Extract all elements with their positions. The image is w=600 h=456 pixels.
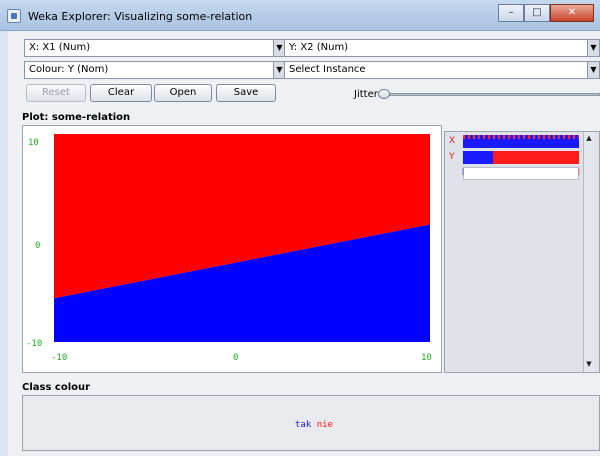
x-axis-select-value: X: X1 (Num) <box>29 42 91 53</box>
class-colour-list: tak nie <box>295 420 333 430</box>
select-instance-select[interactable]: Select Instance ▼ <box>284 61 600 79</box>
minimize-button[interactable]: – <box>498 4 524 22</box>
open-button[interactable]: Open <box>154 84 212 102</box>
y-axis-select-value: Y: X2 (Num) <box>289 42 349 53</box>
x-axis-select[interactable]: X: X1 (Num) ▼ <box>24 39 286 57</box>
class-nie-label[interactable]: nie <box>317 420 333 430</box>
maximize-button[interactable]: □ <box>524 4 550 22</box>
clear-button[interactable]: Clear <box>90 84 152 102</box>
attr-y-bar-tak <box>463 151 493 164</box>
window-controls: – □ ✕ <box>498 4 594 22</box>
scroll-up-icon[interactable]: ▲ <box>585 134 593 144</box>
y-tick-top: 10 <box>28 138 39 148</box>
visualize-panel: X: X1 (Num) ▼ Y: X2 (Num) ▼ Colour: Y (N… <box>8 31 600 456</box>
y-tick-bottom: -10 <box>26 339 43 349</box>
attribute-panel: X Y ⧘ ⧘ ▲ ▼ <box>444 131 600 373</box>
class-colour-title: Class colour <box>22 382 91 393</box>
attr-x-letter: X <box>449 136 456 146</box>
x-tick-mid: 0 <box>233 353 239 363</box>
jitter-slider[interactable] <box>384 93 600 96</box>
weka-app-icon <box>7 9 21 23</box>
class-tak-marker: ⧘ <box>462 167 465 178</box>
attr-class-bar[interactable]: ⧘ ⧘ <box>462 167 580 180</box>
title-bar: Weka Explorer: Visualizing some-relation… <box>0 0 600 31</box>
jitter-slider-thumb[interactable] <box>378 89 390 99</box>
attr-y-letter: Y <box>449 152 455 162</box>
attribute-scrollbar[interactable]: ▲ ▼ <box>583 132 594 372</box>
attr-x-bar[interactable] <box>463 135 579 148</box>
attr-y-bar[interactable] <box>463 151 579 164</box>
class-tak-label[interactable]: tak <box>295 420 311 430</box>
jitter-label: Jitter <box>354 89 378 100</box>
y-axis-select[interactable]: Y: X2 (Num) ▼ <box>284 39 600 57</box>
plot-title: Plot: some-relation <box>22 112 131 123</box>
chevron-down-icon: ▼ <box>587 62 599 78</box>
class-nie-marker: ⧘ <box>577 167 580 178</box>
attr-x-bar-overlay <box>463 135 579 139</box>
chevron-down-icon: ▼ <box>587 40 599 56</box>
class-colour-panel: tak nie <box>22 395 600 451</box>
window-title: Weka Explorer: Visualizing some-relation <box>28 10 253 23</box>
colour-select[interactable]: Colour: Y (Nom) ▼ <box>24 61 286 79</box>
reset-button[interactable]: Reset <box>26 84 86 102</box>
select-instance-value: Select Instance <box>289 64 366 75</box>
save-button[interactable]: Save <box>216 84 276 102</box>
plot-panel: 10 0 -10 -10 0 10 <box>22 125 442 373</box>
y-tick-mid: 0 <box>35 241 41 251</box>
x-tick-left: -10 <box>51 353 68 363</box>
x-tick-right: 10 <box>421 353 432 363</box>
scatter-plot[interactable] <box>23 126 443 374</box>
colour-select-value: Colour: Y (Nom) <box>29 64 109 75</box>
close-button[interactable]: ✕ <box>550 4 594 22</box>
scroll-down-icon[interactable]: ▼ <box>585 360 593 370</box>
